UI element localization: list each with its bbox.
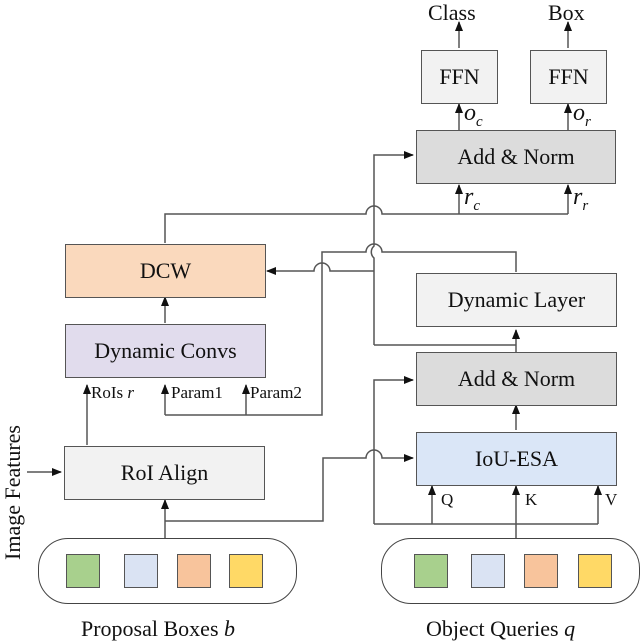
object-query-token-green — [414, 554, 448, 588]
k-label: K — [525, 490, 538, 509]
or-var: o — [573, 100, 585, 126]
output-class-label: Class — [428, 0, 476, 25]
dcw-block: DCW — [65, 244, 266, 298]
rois-label: RoIs r — [91, 383, 134, 403]
add-norm-mid-block: Add & Norm — [416, 352, 617, 406]
q-label: Q — [441, 490, 454, 509]
or-label: or — [573, 100, 591, 130]
rc-sub: c — [473, 198, 481, 214]
proposal-boxes-label: Proposal Boxes b — [81, 616, 235, 642]
rr-sub: r — [582, 198, 589, 214]
rc-var: r — [464, 184, 474, 210]
line-to-dcw — [266, 262, 374, 275]
proposal-box-token-orange — [177, 554, 211, 588]
dynamic-convs-block: Dynamic Convs — [65, 324, 266, 378]
dynamic-layer-block: Dynamic Layer — [416, 273, 617, 327]
add-norm-top-block: Add & Norm — [416, 130, 616, 184]
line-residual-top — [370, 151, 414, 345]
object-queries-text: Object Queries — [426, 616, 559, 641]
proposal-boxes-var: b — [224, 616, 235, 641]
object-query-token-orange — [524, 554, 558, 588]
oc-sub: c — [476, 114, 483, 130]
or-sub: r — [585, 114, 591, 130]
rc-label: rc — [464, 184, 481, 214]
rois-text: RoIs — [91, 383, 124, 402]
ffn-class-block: FFN — [421, 50, 498, 104]
v-label: V — [605, 490, 618, 509]
output-box-label: Box — [548, 0, 585, 25]
image-features-label: Image Features — [0, 425, 25, 560]
object-query-token-yellow — [578, 554, 612, 588]
param1-label: Param1 — [171, 383, 223, 402]
proposal-box-token-blue — [124, 554, 158, 588]
oc-label: oc — [464, 100, 483, 130]
rr-label: rr — [573, 184, 589, 214]
object-queries-label: Object Queries q — [426, 616, 575, 642]
line-dcw-to-rc-rr — [164, 205, 568, 243]
iou-esa-block: IoU-ESA — [416, 432, 617, 486]
proposal-boxes-text: Proposal Boxes — [81, 616, 219, 641]
param2-label: Param2 — [250, 383, 302, 402]
rois-var: r — [127, 383, 134, 402]
proposal-box-token-yellow — [229, 554, 263, 588]
object-queries-var: q — [564, 616, 576, 641]
object-query-token-blue — [471, 554, 505, 588]
rr-var: r — [573, 184, 583, 210]
proposal-box-token-green — [66, 554, 100, 588]
oc-var: o — [464, 100, 476, 126]
ffn-box-block: FFN — [530, 50, 607, 104]
roi-align-block: RoI Align — [64, 446, 265, 500]
